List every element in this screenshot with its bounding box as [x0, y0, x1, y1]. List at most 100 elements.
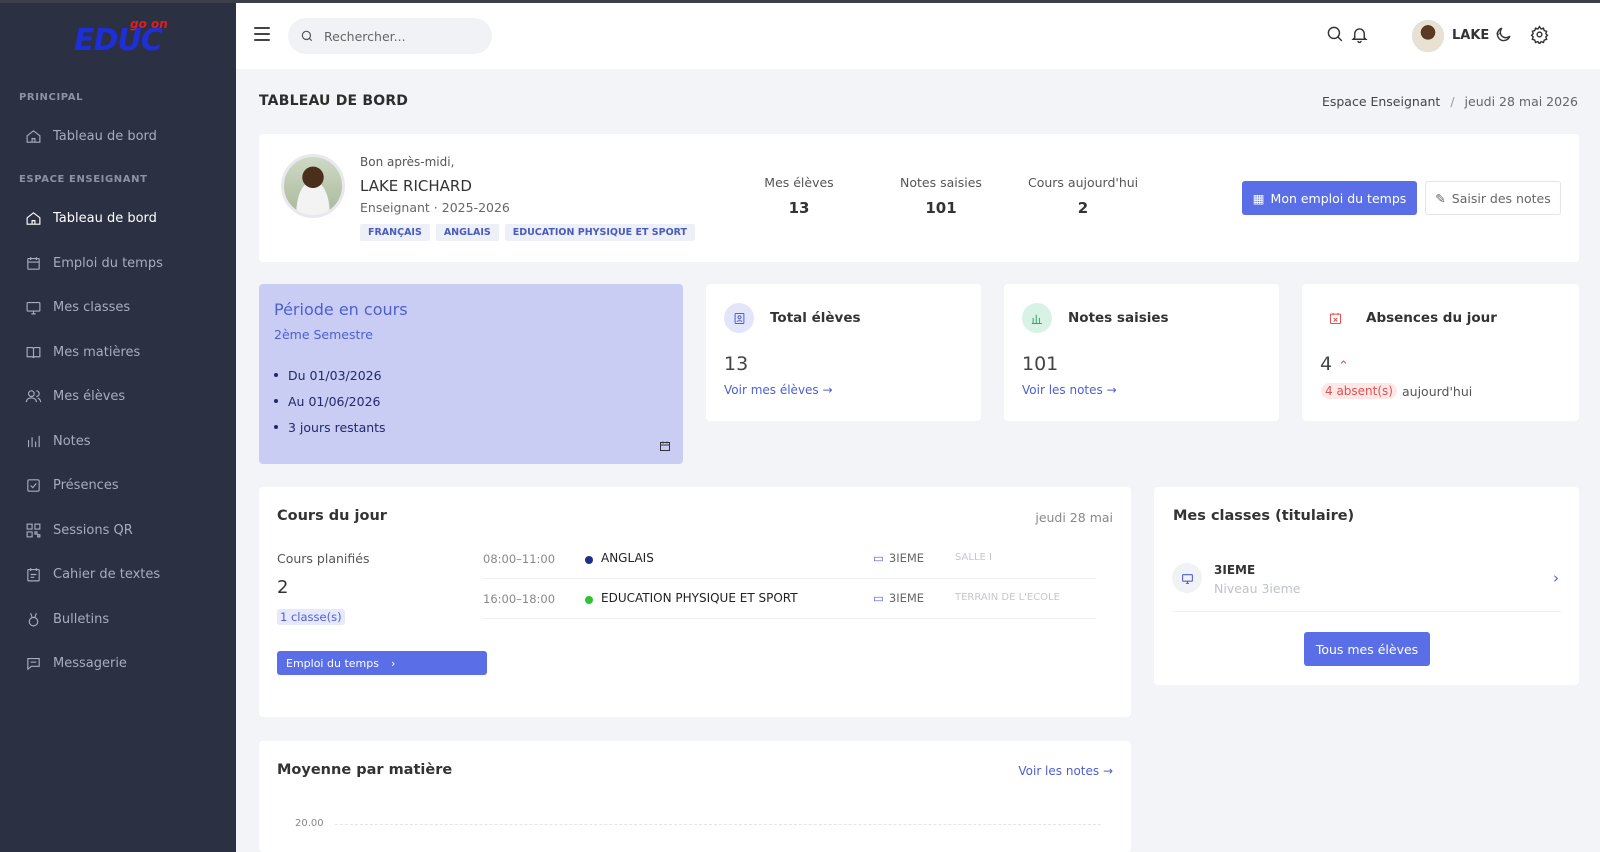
course-room: TERRAIN DE L'ECOLE [955, 592, 1060, 603]
stat-value: 2 [1077, 199, 1089, 217]
kpi-value: 101 [1022, 353, 1059, 375]
period-end: Au 01/06/2026 [274, 388, 386, 414]
period-title: Période en cours [274, 300, 408, 319]
button-label: Mon emploi du temps [1270, 190, 1407, 206]
sidebar-item-reports[interactable]: Bulletins [0, 599, 236, 639]
breadcrumb-section[interactable]: Espace Enseignant [1322, 94, 1440, 109]
sidebar-item-label: Sessions QR [53, 522, 133, 538]
search-icon[interactable] [1326, 25, 1346, 45]
home-icon [24, 127, 42, 145]
calendar-x-icon [1320, 303, 1350, 333]
stat-label: Notes saisies [900, 175, 982, 190]
kpi-title: Absences du jour [1366, 310, 1497, 326]
book-icon [24, 343, 42, 361]
kpi-absences-today: Absences du jour 4 ⌃ 4 absent(s) aujourd… [1302, 284, 1579, 421]
trend-up-icon: ⌃ [1338, 359, 1350, 374]
medal-icon [24, 610, 42, 628]
breadcrumb: Espace Enseignant / jeudi 28 mai 2026 [1322, 94, 1578, 109]
sidebar-item-label: Emploi du temps [53, 255, 163, 271]
message-icon [24, 654, 42, 672]
gear-icon[interactable] [1530, 25, 1550, 46]
button-label: Emploi du temps [286, 656, 379, 670]
chevron-right-icon: › [390, 656, 396, 670]
logo-brand: EDUC [74, 23, 163, 58]
sidebar-item-classes[interactable]: Mes classes [0, 287, 236, 327]
period-subtitle: 2ème Semestre [274, 327, 373, 342]
sidebar-item-notes[interactable]: Notes [0, 421, 236, 461]
all-students-button[interactable]: Tous mes élèves [1304, 632, 1430, 666]
button-label: Tous mes élèves [1315, 641, 1419, 657]
schedule-button[interactable]: Emploi du temps › [277, 651, 487, 675]
sidebar-item-messaging[interactable]: Messagerie [0, 643, 236, 683]
search-input[interactable] [324, 28, 474, 44]
student-badge-icon [724, 303, 754, 333]
enter-grades-button[interactable]: ✎ Saisir des notes [1425, 181, 1561, 215]
moon-icon[interactable] [1494, 25, 1514, 45]
sidebar-item-label: Présences [53, 477, 119, 493]
subject-tag: FRANÇAIS [360, 224, 430, 241]
bell-icon[interactable] [1350, 25, 1370, 45]
search-box[interactable] [288, 18, 492, 54]
course-color-dot [585, 596, 593, 604]
course-row[interactable]: 08:00–11:00 ANGLAIS ▭ 3IEME SALLE I [483, 539, 1095, 579]
sidebar-item-label: Messagerie [53, 655, 127, 671]
sidebar-item-label: Tableau de bord [53, 128, 157, 144]
section-title: Moyenne par matière [277, 762, 453, 778]
menu-toggle-icon[interactable] [254, 27, 270, 41]
user-avatar[interactable] [1412, 20, 1444, 52]
kpi-title: Notes saisies [1068, 310, 1169, 326]
kpi-value: 13 [724, 353, 749, 375]
teacher-role: Enseignant · 2025-2026 [360, 200, 510, 215]
sidebar-item-students[interactable]: Mes élèves [0, 376, 236, 416]
absent-suffix: aujourd'hui [1402, 384, 1473, 399]
user-name[interactable]: LAKE [1452, 28, 1489, 43]
today-date: jeudi 28 mai [1035, 510, 1113, 525]
my-schedule-button[interactable]: ▦ Mon emploi du temps [1242, 181, 1417, 215]
notebook-icon [24, 565, 42, 583]
teacher-name: LAKE RICHARD [360, 177, 472, 195]
sidebar-item-principal-dashboard[interactable]: Tableau de bord [0, 116, 236, 156]
view-grades-link[interactable]: Voir les notes → [1022, 383, 1117, 397]
subject-tag: ANGLAIS [435, 224, 499, 241]
stat-label: Mes élèves [764, 175, 834, 190]
monitor-icon [1172, 563, 1202, 593]
monitor-icon: ▭ [873, 591, 884, 605]
check-square-icon [24, 476, 42, 494]
greeting: Bon après-midi, [360, 155, 455, 169]
course-class: ▭ 3IEME [873, 591, 924, 605]
chevron-right-icon[interactable]: › [1553, 569, 1559, 587]
sidebar-item-dashboard[interactable]: Tableau de bord [0, 198, 236, 238]
monitor-icon: ▭ [873, 551, 884, 565]
current-period-card: Période en cours 2ème Semestre Du 01/03/… [259, 284, 683, 464]
course-class: ▭ 3IEME [873, 551, 924, 565]
view-grades-link[interactable]: Voir les notes → [1018, 764, 1113, 778]
planned-value: 2 [277, 577, 289, 598]
nav-section-enseignant: ESPACE ENSEIGNANT [19, 174, 148, 185]
bar-chart-icon [24, 432, 42, 450]
course-class-label: 3IEME [888, 591, 925, 605]
top-header: LAKE ⌄ [236, 3, 1600, 69]
app-logo[interactable]: go on EDUC [74, 17, 170, 63]
absent-badge: 4 absent(s) [1321, 383, 1397, 399]
sidebar-item-textbook[interactable]: Cahier de textes [0, 554, 236, 594]
absence-count: 4 [1320, 353, 1333, 375]
bar-chart-icon [1022, 303, 1052, 333]
course-color-dot [585, 556, 593, 564]
nav-section-principal: PRINCIPAL [19, 92, 84, 103]
stat-label: Cours aujourd'hui [1028, 175, 1139, 190]
view-students-link[interactable]: Voir mes élèves → [724, 383, 833, 397]
sidebar-item-qr-sessions[interactable]: Sessions QR [0, 510, 236, 550]
class-name[interactable]: 3IEME [1214, 563, 1255, 577]
users-icon [24, 387, 42, 405]
sidebar-item-schedule[interactable]: Emploi du temps [0, 243, 236, 283]
subject-tags: FRANÇAIS ANGLAIS EDUCATION PHYSIQUE ET S… [360, 224, 696, 241]
kpi-total-students: Total élèves 13 Voir mes élèves → [706, 284, 981, 421]
course-class-label: 3IEME [888, 551, 925, 565]
kpi-value: 4 ⌃ [1320, 353, 1349, 375]
stat-value: 13 [788, 199, 810, 217]
stat-value: 101 [925, 199, 957, 217]
sidebar-item-attendance[interactable]: Présences [0, 465, 236, 505]
kpi-grades-entered: Notes saisies 101 Voir les notes → [1004, 284, 1279, 421]
sidebar-item-subjects[interactable]: Mes matières [0, 332, 236, 372]
course-row[interactable]: 16:00–18:00 EDUCATION PHYSIQUE ET SPORT … [483, 579, 1095, 619]
